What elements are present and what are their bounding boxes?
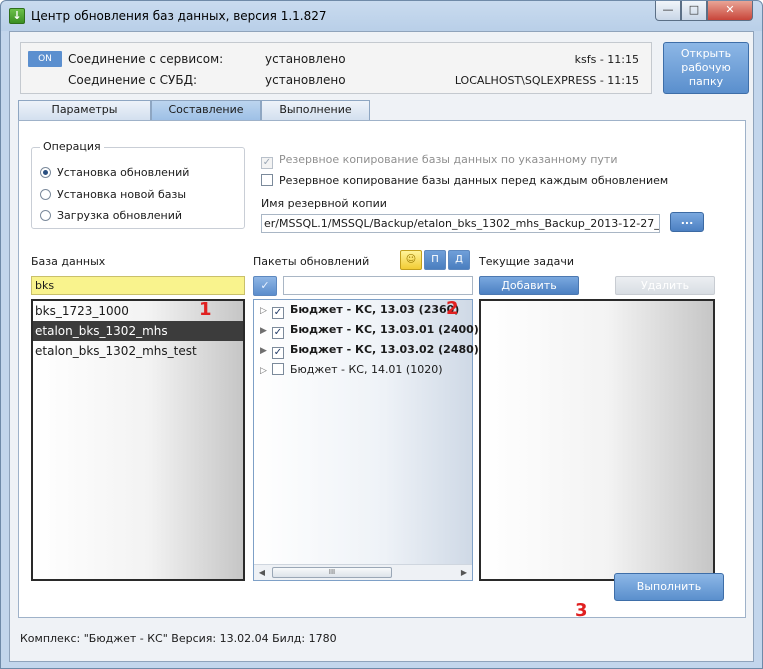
radio-label: Установка новой базы: [57, 188, 187, 201]
expand-triangle-icon[interactable]: ▷: [260, 301, 272, 321]
update-packages-tree[interactable]: ▷ ✓ Бюджет - КС, 13.03 (2360) ▶ ✓ Бюджет - К…: [253, 298, 479, 581]
run-button[interactable]: Выполнить: [614, 573, 724, 601]
radio-install-updates[interactable]: Установка обновлений: [40, 166, 189, 182]
package-tree-item[interactable]: ▶ ✓ Бюджет - КС, 13.03.02 (2480): [260, 340, 479, 360]
package-filter-p-button[interactable]: П: [424, 250, 446, 270]
expand-triangle-icon[interactable]: ▷: [260, 361, 272, 381]
package-filter-d-button[interactable]: Д: [448, 250, 470, 270]
service-connection-value: установлено: [265, 52, 346, 66]
dbms-host-time: LOCALHOST\SQLEXPRESS - 11:15: [454, 74, 639, 87]
checkbox-unchecked-icon[interactable]: [261, 174, 273, 186]
connection-on-badge: ON: [28, 51, 62, 67]
package-filter-smiley-button[interactable]: ☺: [400, 250, 422, 270]
add-task-button[interactable]: Добавить: [479, 276, 579, 295]
database-column-label: База данных: [31, 255, 106, 268]
annotation-marker-2: 2: [446, 298, 459, 319]
dbms-connection-value: установлено: [265, 73, 346, 87]
database-search-input[interactable]: bks: [31, 276, 245, 295]
radio-unchecked-icon[interactable]: [40, 189, 51, 200]
backup-name-label: Имя резервной копии: [261, 197, 387, 210]
service-host-time: ksfs - 11:15: [574, 53, 639, 66]
packages-search-input[interactable]: [283, 276, 473, 295]
operation-group: Операция Установка обновлений Установка …: [31, 140, 245, 229]
minimize-button[interactable]: —: [655, 1, 681, 21]
dbms-connection-label: Соединение с СУБД:: [68, 73, 198, 87]
checkbox-checked-icon[interactable]: ✓: [272, 347, 284, 359]
radio-checked-icon[interactable]: [40, 167, 51, 178]
checkbox-checked-icon[interactable]: ✓: [272, 327, 284, 339]
package-tree-item[interactable]: ▶ ✓ Бюджет - КС, 13.03.01 (2400): [260, 320, 479, 340]
compose-tasks-panel: Операция Установка обновлений Установка …: [18, 120, 746, 621]
backup-each-update-option[interactable]: Резервное копирование базы данных перед …: [261, 174, 668, 187]
tab-connection-params[interactable]: Параметры соединения: [18, 100, 151, 134]
version-footer: Комплекс: "Бюджет - КС" Версия: 13.02.04…: [20, 632, 337, 645]
radio-install-new-db[interactable]: Установка новой базы: [40, 188, 186, 204]
package-name: Бюджет - КС, 13.03 (2360): [290, 303, 460, 316]
close-button[interactable]: ✕: [707, 1, 753, 21]
packages-check-all-button[interactable]: ✓: [253, 276, 277, 296]
scroll-left-arrow-icon[interactable]: ◀: [254, 565, 270, 580]
radio-unchecked-icon[interactable]: [40, 210, 51, 221]
scroll-thumb[interactable]: III: [272, 567, 392, 578]
radio-label: Загрузка обновлений: [57, 209, 183, 222]
package-name: Бюджет - КС, 13.03.02 (2480): [290, 343, 479, 356]
backup-each-update-label: Резервное копирование базы данных перед …: [279, 174, 669, 187]
service-connection-label: Соединение с сервисом:: [68, 52, 224, 66]
connection-status-panel: ON Соединение с сервисом: установлено Со…: [20, 42, 652, 94]
window-title: Центр обновления баз данных, версия 1.1.…: [31, 9, 327, 23]
backup-by-path-label: Резервное копирование базы данных по ука…: [279, 153, 618, 166]
radio-label: Установка обновлений: [57, 166, 190, 179]
open-work-folder-button[interactable]: Открыть рабочую папку: [663, 42, 749, 94]
expand-triangle-icon[interactable]: ▶: [260, 321, 272, 341]
operation-legend: Операция: [40, 140, 104, 153]
checkbox-checked-icon[interactable]: ✓: [272, 307, 284, 319]
browse-button[interactable]: ...: [670, 212, 704, 232]
expand-triangle-icon[interactable]: ▶: [260, 341, 272, 361]
packages-column-label: Пакеты обновлений: [253, 255, 370, 268]
title-bar[interactable]: ↓ Центр обновления баз данных, версия 1.…: [1, 1, 762, 31]
delete-task-button[interactable]: Удалить: [615, 276, 715, 295]
app-window: ↓ Центр обновления баз данных, версия 1.…: [0, 0, 763, 669]
database-list-item[interactable]: etalon_bks_1302_mhs_test: [33, 341, 243, 361]
tasks-column-label: Текущие задачи: [479, 255, 574, 268]
package-name: Бюджет - КС, 14.01 (1020): [290, 363, 443, 376]
annotation-marker-3: 3: [575, 600, 588, 621]
maximize-button[interactable]: □: [681, 1, 707, 21]
database-list[interactable]: bks_1723_1000 etalon_bks_1302_mhs etalon…: [31, 299, 245, 581]
radio-download-updates[interactable]: Загрузка обновлений: [40, 209, 182, 225]
scroll-right-arrow-icon[interactable]: ▶: [456, 565, 472, 580]
backup-name-input[interactable]: er/MSSQL.1/MSSQL/Backup/etalon_bks_1302_…: [261, 214, 660, 233]
checkbox-checked-disabled-icon[interactable]: ✓: [261, 157, 273, 169]
tab-execute-tasks[interactable]: Выполнение задач: [261, 100, 370, 134]
package-tree-item[interactable]: ▷ Бюджет - КС, 14.01 (1020): [260, 360, 443, 380]
checkbox-unchecked-icon[interactable]: [272, 363, 284, 375]
tab-compose-tasks[interactable]: Составление задач: [151, 100, 261, 134]
current-tasks-list[interactable]: [479, 299, 715, 581]
client-area: ON Соединение с сервисом: установлено Со…: [9, 31, 754, 662]
package-tree-item[interactable]: ▷ ✓ Бюджет - КС, 13.03 (2360): [260, 300, 459, 320]
download-app-icon: ↓: [9, 8, 25, 24]
packages-horizontal-scrollbar[interactable]: ◀ III ▶: [254, 564, 472, 580]
annotation-marker-1: 1: [199, 299, 212, 320]
package-name: Бюджет - КС, 13.03.01 (2400): [290, 323, 479, 336]
database-list-item-selected[interactable]: etalon_bks_1302_mhs: [33, 321, 243, 341]
backup-by-path-option[interactable]: ✓ Резервное копирование базы данных по ук…: [261, 153, 617, 169]
